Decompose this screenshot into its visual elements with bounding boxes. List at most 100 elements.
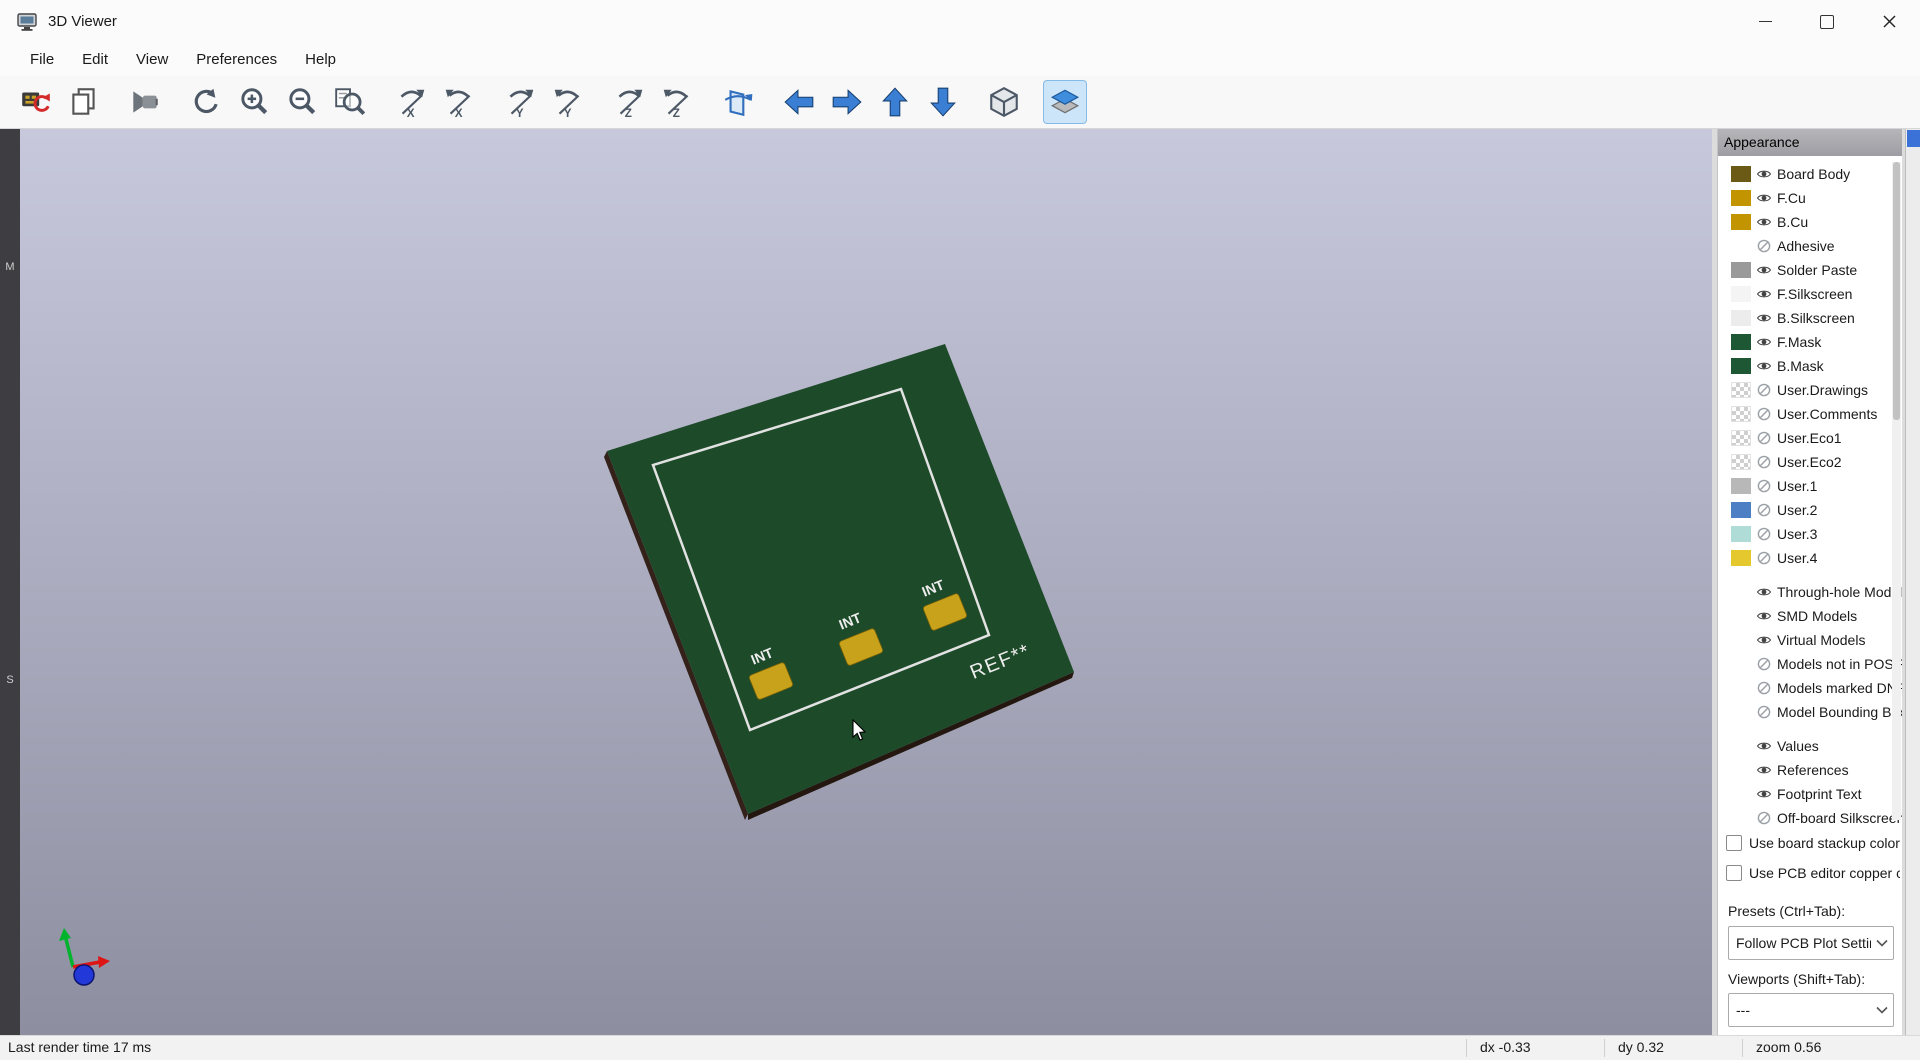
layer-color-swatch[interactable] <box>1731 550 1751 566</box>
layer-row-off-board-silkscreen[interactable]: Off-board Silkscreen <box>1718 806 1902 826</box>
layer-row-solder-paste[interactable]: Solder Paste <box>1718 258 1902 282</box>
layer-color-swatch[interactable] <box>1731 214 1751 230</box>
visibility-on-icon[interactable] <box>1756 608 1772 624</box>
rotate-y-clockwise-button[interactable]: Y <box>498 80 542 124</box>
visibility-off-icon[interactable] <box>1756 704 1772 720</box>
layer-color-swatch[interactable] <box>1731 262 1751 278</box>
layer-row-footprint-text[interactable]: Footprint Text <box>1718 782 1902 806</box>
visibility-on-icon[interactable] <box>1756 334 1772 350</box>
visibility-off-icon[interactable] <box>1756 430 1772 446</box>
layer-row-user-4[interactable]: User.4 <box>1718 546 1902 570</box>
layer-row-board-body[interactable]: Board Body <box>1718 162 1902 186</box>
flip-board-button[interactable] <box>716 80 760 124</box>
layer-color-swatch[interactable] <box>1731 478 1751 494</box>
visibility-off-icon[interactable] <box>1756 680 1772 696</box>
checkbox-board-stackup[interactable] <box>1726 835 1742 851</box>
menu-file[interactable]: File <box>16 43 68 76</box>
visibility-on-icon[interactable] <box>1756 286 1772 302</box>
pcb-board[interactable] <box>607 344 1074 814</box>
layer-row-f-cu[interactable]: F.Cu <box>1718 186 1902 210</box>
appearance-manager-button[interactable] <box>1043 80 1087 124</box>
layer-row-models-marked-dnp[interactable]: Models marked DNP <box>1718 676 1902 700</box>
layer-color-swatch[interactable] <box>1731 430 1751 446</box>
maximize-button[interactable] <box>1796 0 1858 43</box>
redraw-button[interactable] <box>184 80 228 124</box>
visibility-off-icon[interactable] <box>1756 406 1772 422</box>
layer-color-swatch[interactable] <box>1731 190 1751 206</box>
render-options-button[interactable] <box>123 80 167 124</box>
layer-row-f-silkscreen[interactable]: F.Silkscreen <box>1718 282 1902 306</box>
visibility-off-icon[interactable] <box>1756 382 1772 398</box>
reload-board-button[interactable] <box>14 80 58 124</box>
rotate-x-counterclockwise-button[interactable]: X <box>437 80 481 124</box>
layer-row-adhesive[interactable]: Adhesive <box>1718 234 1902 258</box>
visibility-on-icon[interactable] <box>1756 762 1772 778</box>
layer-color-swatch[interactable] <box>1731 382 1751 398</box>
layer-row-references[interactable]: References <box>1718 758 1902 782</box>
layer-row-smd-models[interactable]: SMD Models <box>1718 604 1902 628</box>
option-pcb-copper[interactable]: Use PCB editor copper colors <box>1726 861 1900 885</box>
visibility-off-icon[interactable] <box>1756 656 1772 672</box>
viewports-dropdown[interactable]: --- <box>1728 993 1894 1027</box>
zoom-out-button[interactable] <box>280 80 324 124</box>
rotate-x-clockwise-button[interactable]: X <box>389 80 433 124</box>
visibility-on-icon[interactable] <box>1756 632 1772 648</box>
layer-row-values[interactable]: Values <box>1718 734 1902 758</box>
layer-row-user-eco1[interactable]: User.Eco1 <box>1718 426 1902 450</box>
layer-row-user-comments[interactable]: User.Comments <box>1718 402 1902 426</box>
move-left-button[interactable] <box>777 80 821 124</box>
layer-color-swatch[interactable] <box>1731 310 1751 326</box>
visibility-on-icon[interactable] <box>1756 584 1772 600</box>
move-down-button[interactable] <box>921 80 965 124</box>
layer-color-swatch[interactable] <box>1731 502 1751 518</box>
zoom-in-button[interactable] <box>232 80 276 124</box>
minimize-button[interactable] <box>1734 0 1796 43</box>
presets-dropdown[interactable]: Follow PCB Plot Settings <box>1728 926 1894 960</box>
layer-row-user-eco2[interactable]: User.Eco2 <box>1718 450 1902 474</box>
layer-color-swatch[interactable] <box>1731 406 1751 422</box>
layer-row-user-3[interactable]: User.3 <box>1718 522 1902 546</box>
checkbox-pcb-copper[interactable] <box>1726 865 1742 881</box>
orthographic-projection-button[interactable] <box>982 80 1026 124</box>
visibility-on-icon[interactable] <box>1756 738 1772 754</box>
visibility-off-icon[interactable] <box>1756 810 1772 826</box>
layer-color-swatch[interactable] <box>1731 454 1751 470</box>
visibility-on-icon[interactable] <box>1756 358 1772 374</box>
visibility-off-icon[interactable] <box>1756 238 1772 254</box>
layer-row-b-silkscreen[interactable]: B.Silkscreen <box>1718 306 1902 330</box>
layer-row-models-not-in-pos-file[interactable]: Models not in POS File <box>1718 652 1902 676</box>
layer-row-through-hole-models[interactable]: Through-hole Models <box>1718 580 1902 604</box>
visibility-on-icon[interactable] <box>1756 262 1772 278</box>
viewport-3d[interactable]: INT INT INT REF** <box>20 129 1712 1035</box>
scrollbar-thumb[interactable] <box>1893 162 1900 420</box>
move-right-button[interactable] <box>825 80 869 124</box>
menu-edit[interactable]: Edit <box>68 43 122 76</box>
menu-help[interactable]: Help <box>291 43 350 76</box>
layer-row-b-cu[interactable]: B.Cu <box>1718 210 1902 234</box>
visibility-on-icon[interactable] <box>1756 190 1772 206</box>
menu-preferences[interactable]: Preferences <box>182 43 291 76</box>
layer-row-b-mask[interactable]: B.Mask <box>1718 354 1902 378</box>
layer-row-user-drawings[interactable]: User.Drawings <box>1718 378 1902 402</box>
rotate-z-counterclockwise-button[interactable]: Z <box>655 80 699 124</box>
layer-color-swatch[interactable] <box>1731 358 1751 374</box>
layer-color-swatch[interactable] <box>1731 334 1751 350</box>
layer-row-user-2[interactable]: User.2 <box>1718 498 1902 522</box>
rotate-z-clockwise-button[interactable]: Z <box>607 80 651 124</box>
visibility-off-icon[interactable] <box>1756 550 1772 566</box>
visibility-on-icon[interactable] <box>1756 786 1772 802</box>
rotate-y-counterclockwise-button[interactable]: Y <box>546 80 590 124</box>
visibility-off-icon[interactable] <box>1756 454 1772 470</box>
visibility-off-icon[interactable] <box>1756 478 1772 494</box>
visibility-off-icon[interactable] <box>1756 502 1772 518</box>
layer-color-swatch[interactable] <box>1731 166 1751 182</box>
layer-row-f-mask[interactable]: F.Mask <box>1718 330 1902 354</box>
layer-color-swatch[interactable] <box>1731 286 1751 302</box>
layers-scrollbar[interactable] <box>1892 162 1901 820</box>
move-up-button[interactable] <box>873 80 917 124</box>
option-board-stackup[interactable]: Use board stackup colors <box>1726 831 1900 855</box>
layer-row-virtual-models[interactable]: Virtual Models <box>1718 628 1902 652</box>
layer-color-swatch[interactable] <box>1731 526 1751 542</box>
visibility-on-icon[interactable] <box>1756 310 1772 326</box>
layer-row-model-bounding-boxes[interactable]: Model Bounding Boxes <box>1718 700 1902 724</box>
